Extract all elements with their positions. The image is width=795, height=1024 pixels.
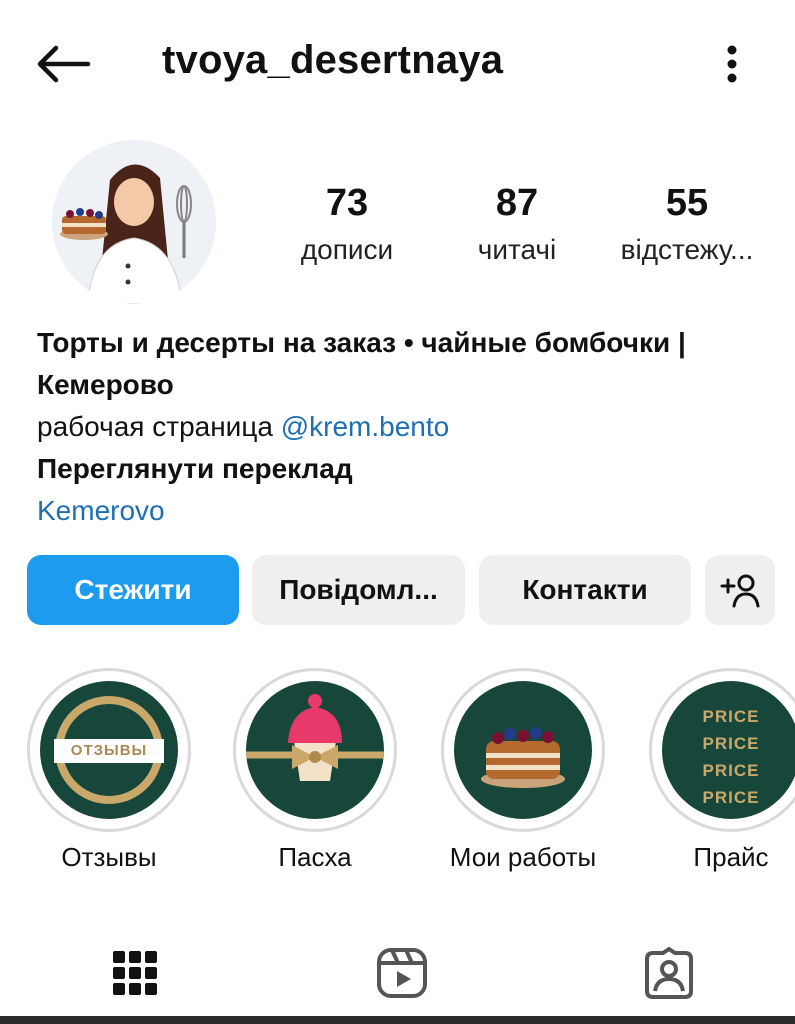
- following-label: відстежу...: [620, 234, 754, 265]
- price-line: PRICE: [702, 734, 760, 753]
- bio-mention-link[interactable]: @krem.bento: [281, 411, 450, 442]
- highlight-ring: [233, 668, 397, 832]
- cupcake-icon: [246, 694, 384, 781]
- highlight-caption: Прайс: [693, 842, 769, 872]
- tab-tagged[interactable]: [604, 930, 734, 1016]
- stat-following[interactable]: 55 відстежу...: [602, 180, 772, 268]
- bio-city-line: Кемерово: [37, 369, 174, 400]
- more-options-button[interactable]: [712, 40, 752, 88]
- highlight-ring: [441, 668, 605, 832]
- price-lines: PRICE PRICE PRICE PRICE: [662, 703, 795, 811]
- stat-followers[interactable]: 87 читачі: [432, 180, 602, 268]
- price-line: PRICE: [702, 788, 760, 807]
- contacts-button[interactable]: Контакти: [479, 555, 691, 625]
- bio-work-page-text: рабочая страница: [37, 411, 281, 442]
- back-button[interactable]: [30, 40, 94, 88]
- top-bar: tvoya_desertnaya: [0, 0, 795, 130]
- add-user-button[interactable]: [705, 555, 775, 625]
- highlight-easter[interactable]: Пасха: [230, 668, 400, 873]
- highlight-my-works[interactable]: Мои работы: [438, 668, 608, 873]
- works-cover: [454, 681, 592, 819]
- see-translation-link[interactable]: Переглянути переклад: [37, 448, 777, 490]
- reviews-badge: ОТЗЫВЫ: [70, 742, 148, 759]
- posts-count: 73: [325, 182, 369, 224]
- profile-tabs: [0, 930, 795, 1024]
- location-link[interactable]: Kemerovo: [37, 490, 777, 532]
- follow-button[interactable]: Стежити: [27, 555, 239, 625]
- followers-count: 87: [495, 182, 539, 224]
- profile-avatar[interactable]: [52, 140, 216, 304]
- stat-posts[interactable]: 73 дописи: [262, 180, 432, 268]
- highlight-caption: Мои работы: [449, 842, 597, 872]
- reels-icon: [377, 948, 427, 998]
- price-line: PRICE: [702, 707, 760, 726]
- arrow-left-icon: [37, 45, 91, 83]
- grid-icon: [113, 951, 157, 995]
- easter-cover: [246, 681, 384, 819]
- more-vertical-icon: [727, 45, 737, 83]
- followers-label: читачі: [477, 234, 557, 265]
- add-person-icon: [720, 574, 760, 608]
- bio-work-page-line: рабочая страница @krem.bento: [37, 406, 777, 448]
- highlight-ring: ОТЗЫВЫ: [27, 668, 191, 832]
- following-count: 55: [665, 182, 709, 224]
- bio-title-line: Торты и десерты на заказ • чайные бомбоч…: [37, 327, 686, 358]
- highlight-caption: Пасха: [278, 842, 352, 872]
- price-cover: PRICE PRICE PRICE PRICE: [662, 681, 795, 819]
- cake-icon: [481, 727, 565, 788]
- profile-bio: Торты и десерты на заказ • чайные бомбоч…: [37, 322, 777, 532]
- posts-label: дописи: [300, 234, 394, 265]
- profile-avatar-illustration: [52, 140, 216, 304]
- reviews-cover: ОТЗЫВЫ: [40, 681, 178, 819]
- grid-preview-strip: [0, 1016, 795, 1024]
- tagged-person-icon: [645, 947, 693, 999]
- highlight-reviews[interactable]: ОТЗЫВЫ Отзывы: [24, 668, 194, 873]
- highlight-ring: PRICE PRICE PRICE PRICE: [649, 668, 795, 832]
- highlight-caption: Отзывы: [61, 842, 157, 872]
- price-line: PRICE: [702, 761, 760, 780]
- tab-reels[interactable]: [337, 930, 467, 1016]
- highlight-price[interactable]: PRICE PRICE PRICE PRICE Прайс: [646, 668, 795, 873]
- tab-posts-grid[interactable]: [70, 930, 200, 1016]
- profile-username: tvoya_desertnaya: [162, 38, 504, 82]
- message-button[interactable]: Повідомл...: [252, 555, 465, 625]
